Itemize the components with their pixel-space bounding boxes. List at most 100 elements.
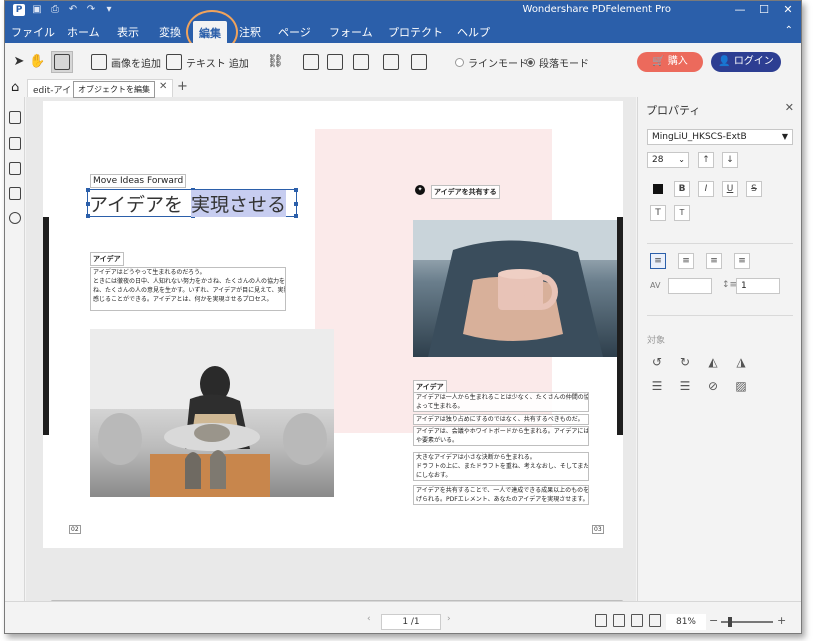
grid-view-icon[interactable] xyxy=(649,614,661,627)
decrease-font-size-button[interactable]: ↓ xyxy=(722,152,738,168)
attachment-icon[interactable] xyxy=(9,187,21,200)
character-spacing-input[interactable] xyxy=(668,278,712,294)
undo-icon[interactable]: ↶ xyxy=(67,4,79,16)
big-title-selected-text[interactable]: 実現させる xyxy=(191,190,287,217)
comments-icon[interactable] xyxy=(9,162,21,175)
pottery-wheel-photo[interactable] xyxy=(90,329,334,497)
select-tool[interactable]: ➤ xyxy=(11,53,27,71)
maximize-icon[interactable]: ☐ xyxy=(757,3,771,17)
page-indicator[interactable]: 1 /1 xyxy=(381,614,441,630)
italic-button[interactable]: I xyxy=(698,181,714,197)
redo-icon[interactable]: ↷ xyxy=(85,4,97,16)
panel-close-icon[interactable]: ✕ xyxy=(785,101,794,114)
resize-handle[interactable] xyxy=(294,188,298,192)
font-color-picker[interactable] xyxy=(650,181,666,197)
align-justify-button[interactable]: ≡ xyxy=(734,253,750,269)
watermark-tool[interactable] xyxy=(327,53,343,71)
align-left-button[interactable]: ≡ xyxy=(650,253,666,269)
menu-convert[interactable]: 変換 xyxy=(159,24,181,40)
zoom-out-icon[interactable]: − xyxy=(709,614,718,627)
header-footer-tool[interactable] xyxy=(383,53,399,71)
line-mode-radio[interactable] xyxy=(455,57,464,67)
underline-button[interactable]: U xyxy=(722,181,738,197)
line-spacing-input[interactable]: 1 xyxy=(736,278,780,294)
next-page-icon[interactable]: › xyxy=(447,614,451,624)
tab-close-icon[interactable]: ✕ xyxy=(159,81,167,92)
align-objects-icon[interactable]: ☰ xyxy=(650,379,664,393)
left-body-textbox[interactable]: アイデアはどうやって生まれるのだろう。 ときには徹夜の日中、人知れない努力をかさ… xyxy=(90,267,286,311)
bold-button[interactable]: B xyxy=(674,181,690,197)
save-icon[interactable]: ▣ xyxy=(31,4,43,16)
thumbnails-icon[interactable] xyxy=(9,111,21,124)
buy-button[interactable]: 🛒 購入 xyxy=(637,52,703,72)
font-family-select[interactable]: MingLiU_HKSCS-ExtB ▼ xyxy=(647,129,793,145)
add-text-button[interactable]: テキスト 追加 xyxy=(166,53,249,71)
rotate-right-icon[interactable]: ↻ xyxy=(678,355,692,369)
link-tool[interactable]: ⛓ xyxy=(267,53,284,71)
ribbon-collapse-icon[interactable]: ⌃ xyxy=(785,25,793,36)
menu-help[interactable]: ヘルプ xyxy=(457,24,490,40)
right-para5-textbox[interactable]: アイデアを共有することで、一人で達成できる成果以上のものを成し遂 げられる。PD… xyxy=(413,485,589,505)
menu-page[interactable]: ページ xyxy=(278,24,311,40)
add-tab-button[interactable]: + xyxy=(177,79,188,94)
rotate-left-icon[interactable]: ↺ xyxy=(650,355,664,369)
share-heading-textbox[interactable]: アイデアを共有する xyxy=(431,185,500,199)
home-icon[interactable]: ⌂ xyxy=(11,80,19,95)
two-page-view-icon[interactable] xyxy=(631,614,643,627)
continuous-view-icon[interactable] xyxy=(613,614,625,627)
image-icon xyxy=(91,54,107,70)
distribute-objects-icon[interactable]: ☰ xyxy=(678,379,692,393)
prev-page-icon[interactable]: ‹ xyxy=(367,614,371,624)
bookmark-icon[interactable] xyxy=(9,137,21,150)
align-center-button[interactable]: ≡ xyxy=(678,253,694,269)
search-icon[interactable] xyxy=(9,212,21,224)
crop-tool[interactable] xyxy=(303,53,319,71)
left-section-heading[interactable]: アイデア xyxy=(90,252,124,266)
add-image-button[interactable]: 画像を追加 xyxy=(91,53,161,71)
superscript-button[interactable]: T xyxy=(650,205,666,221)
small-title-textbox[interactable]: Move Ideas Forward xyxy=(90,174,187,188)
bates-number-tool[interactable] xyxy=(411,53,427,71)
close-icon[interactable]: ✕ xyxy=(781,3,795,17)
menu-protect[interactable]: プロテクト xyxy=(388,24,443,40)
resize-handle[interactable] xyxy=(294,214,298,218)
paragraph-mode-option[interactable]: 段落モード xyxy=(526,53,589,71)
replace-image-icon[interactable]: ▨ xyxy=(734,379,748,393)
menu-form[interactable]: フォーム xyxy=(329,24,373,40)
hand-tool[interactable]: ✋ xyxy=(29,53,45,71)
zoom-level[interactable]: 81% xyxy=(666,614,706,630)
resize-handle[interactable] xyxy=(294,202,298,206)
zoom-slider-handle[interactable] xyxy=(728,617,732,627)
menu-file[interactable]: ファイル xyxy=(11,24,55,40)
menu-comment[interactable]: 注釈 xyxy=(239,24,261,40)
strikethrough-button[interactable]: S xyxy=(746,181,762,197)
document-workspace[interactable]: Move Ideas Forward アイデアを 実現させる アイデア アイデア… xyxy=(26,97,636,603)
subscript-button[interactable]: T xyxy=(674,205,690,221)
minimize-icon[interactable]: — xyxy=(733,3,747,17)
big-title-unselected[interactable]: アイデアを xyxy=(89,190,183,217)
menu-home[interactable]: ホーム xyxy=(67,24,100,40)
edit-object-tool[interactable] xyxy=(54,53,70,71)
menu-view[interactable]: 表示 xyxy=(117,24,139,40)
right-para3-textbox[interactable]: アイデアは、会議やホワイトボードから生まれる。アイデアには意味 や要素がいる。 xyxy=(413,426,589,446)
ceramic-cup-photo[interactable] xyxy=(413,220,617,357)
single-page-view-icon[interactable] xyxy=(595,614,607,627)
font-size-select[interactable]: 28 ⌄ xyxy=(647,152,689,168)
paragraph-mode-radio[interactable] xyxy=(526,57,535,67)
login-button[interactable]: 👤 ログイン xyxy=(711,52,781,72)
line-mode-option[interactable]: ラインモード xyxy=(455,53,528,71)
print-icon[interactable]: ⎙ xyxy=(49,4,61,16)
pdf-page-spread[interactable]: Move Ideas Forward アイデアを 実現させる アイデア アイデア… xyxy=(43,101,623,548)
flip-horizontal-icon[interactable]: ◭ xyxy=(706,355,720,369)
right-para2-textbox[interactable]: アイデアは独り占めにするのではなく、共有するべきものだ。 xyxy=(413,414,589,425)
increase-font-size-button[interactable]: ↑ xyxy=(698,152,714,168)
right-para1-textbox[interactable]: アイデアは一人から生まれることは少なく、たくさんの仲間の協力に よって生まれる。 xyxy=(413,392,589,412)
customize-dropdown-icon[interactable]: ▾ xyxy=(103,4,115,16)
flip-vertical-icon[interactable]: ◮ xyxy=(734,355,748,369)
right-para4-textbox[interactable]: 大きなアイデアは小さな決断から生まれる。 ドラフトの上に、またドラフトを重ね、考… xyxy=(413,452,589,481)
zoom-in-icon[interactable]: + xyxy=(777,614,786,627)
align-right-button[interactable]: ≡ xyxy=(706,253,722,269)
crop-object-icon[interactable]: ⊘ xyxy=(706,379,720,393)
menu-edit[interactable]: 編集 xyxy=(193,21,227,43)
background-tool[interactable] xyxy=(353,53,369,71)
